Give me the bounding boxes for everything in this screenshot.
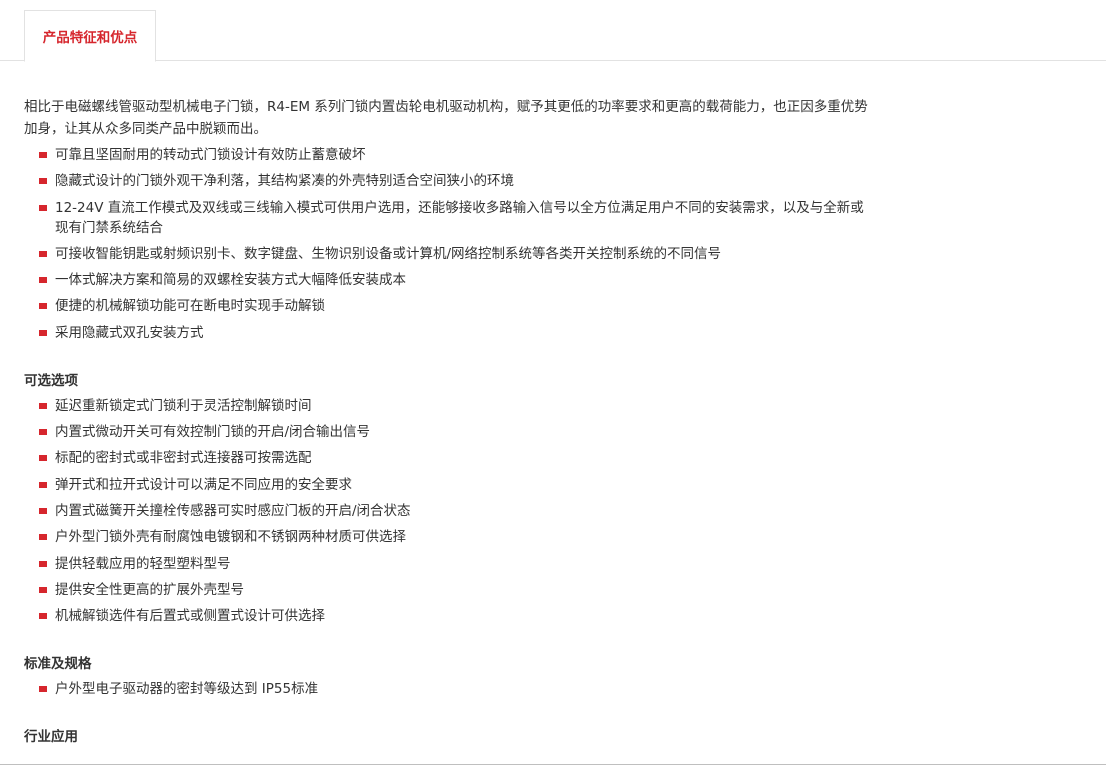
- bullet-marker-icon: [39, 277, 47, 284]
- applications-heading: 行业应用: [24, 729, 78, 746]
- option-text: 延迟重新锁定式门锁利于灵活控制解锁时间: [55, 397, 312, 414]
- option-item: 提供安全性更高的扩展外壳型号: [24, 580, 874, 600]
- bullet-marker-icon: [39, 560, 47, 567]
- standard-item: 户外型电子驱动器的密封等级达到 IP55标准: [24, 679, 874, 699]
- option-item: 提供轻载应用的轻型塑料型号: [24, 554, 874, 574]
- tab-bar: 产品特征和优点: [0, 0, 1106, 62]
- feature-item: 可接收智能钥匙或射频识别卡、数字键盘、生物识别设备或计算机/网络控制系统等各类开…: [24, 244, 874, 264]
- feature-item: 隐藏式设计的门锁外观干净利落，其结构紧凑的外壳特别适合空间狭小的环境: [24, 171, 874, 191]
- bullet-marker-icon: [39, 455, 47, 462]
- feature-text: 可接收智能钥匙或射频识别卡、数字键盘、生物识别设备或计算机/网络控制系统等各类开…: [55, 245, 722, 262]
- bullet-marker-icon: [39, 402, 47, 409]
- standards-list: 户外型电子驱动器的密封等级达到 IP55标准: [24, 679, 874, 699]
- bullet-marker-icon: [39, 686, 47, 693]
- bottom-divider: [0, 764, 1106, 765]
- option-text: 提供轻载应用的轻型塑料型号: [55, 555, 231, 572]
- feature-item: 一体式解决方案和简易的双螺栓安装方式大幅降低安装成本: [24, 270, 874, 290]
- option-text: 户外型门锁外壳有耐腐蚀电镀钢和不锈钢两种材质可供选择: [55, 529, 406, 546]
- tab-product-features[interactable]: 产品特征和优点: [24, 10, 156, 62]
- bullet-marker-icon: [39, 250, 47, 257]
- feature-item: 采用隐藏式双孔安装方式: [24, 323, 874, 343]
- feature-text: 12-24V 直流工作模式及双线或三线输入模式可供用户选用，还能够接收多路输入信…: [55, 199, 864, 236]
- feature-item: 便捷的机械解锁功能可在断电时实现手动解锁: [24, 296, 874, 316]
- option-text: 内置式微动开关可有效控制门锁的开启/闭合输出信号: [55, 424, 371, 441]
- option-item: 户外型门锁外壳有耐腐蚀电镀钢和不锈钢两种材质可供选择: [24, 527, 874, 547]
- bullet-marker-icon: [39, 152, 47, 158]
- option-text: 标配的密封式或非密封式连接器可按需选配: [55, 450, 312, 467]
- bullet-marker-icon: [39, 204, 47, 211]
- intro-paragraph: 相比于电磁螺线管驱动型机械电子门锁，R4-EM 系列门锁内置齿轮电机驱动机构，赋…: [24, 99, 868, 137]
- bullet-marker-icon: [39, 429, 47, 436]
- feature-item: 可靠且坚固耐用的转动式门锁设计有效防止蓄意破坏: [24, 145, 874, 165]
- bullet-marker-icon: [39, 303, 47, 310]
- bullet-marker-icon: [39, 178, 47, 185]
- bullet-marker-icon: [39, 534, 47, 541]
- feature-text: 便捷的机械解锁功能可在断电时实现手动解锁: [55, 298, 325, 315]
- option-text: 机械解锁选件有后置式或侧置式设计可供选择: [55, 608, 325, 625]
- option-item: 标配的密封式或非密封式连接器可按需选配: [24, 448, 874, 468]
- options-heading: 可选选项: [24, 372, 78, 389]
- standard-text: 户外型电子驱动器的密封等级达到 IP55标准: [55, 681, 319, 698]
- option-item: 机械解锁选件有后置式或侧置式设计可供选择: [24, 606, 874, 626]
- tab-label: 产品特征和优点: [42, 30, 138, 46]
- bullet-marker-icon: [39, 586, 47, 593]
- tab-content: 相比于电磁螺线管驱动型机械电子门锁，R4-EM 系列门锁内置齿轮电机驱动机构，赋…: [24, 96, 874, 747]
- features-list: 可靠且坚固耐用的转动式门锁设计有效防止蓄意破坏 隐藏式设计的门锁外观干净利落，其…: [24, 145, 874, 343]
- option-text: 提供安全性更高的扩展外壳型号: [55, 581, 244, 598]
- option-item: 弹开式和拉开式设计可以满足不同应用的安全要求: [24, 475, 874, 495]
- feature-text: 可靠且坚固耐用的转动式门锁设计有效防止蓄意破坏: [55, 147, 366, 163]
- bullet-marker-icon: [39, 329, 47, 336]
- option-item: 内置式磁簧开关撞栓传感器可实时感应门板的开启/闭合状态: [24, 501, 874, 521]
- feature-text: 隐藏式设计的门锁外观干净利落，其结构紧凑的外壳特别适合空间狭小的环境: [55, 173, 514, 190]
- option-item: 内置式微动开关可有效控制门锁的开启/闭合输出信号: [24, 422, 874, 442]
- bullet-marker-icon: [39, 507, 47, 514]
- option-item: 延迟重新锁定式门锁利于灵活控制解锁时间: [24, 396, 874, 416]
- bullet-marker-icon: [39, 481, 47, 488]
- options-list: 延迟重新锁定式门锁利于灵活控制解锁时间 内置式微动开关可有效控制门锁的开启/闭合…: [24, 396, 874, 626]
- option-text: 弹开式和拉开式设计可以满足不同应用的安全要求: [55, 476, 352, 493]
- bullet-marker-icon: [39, 613, 47, 620]
- feature-text: 一体式解决方案和简易的双螺栓安装方式大幅降低安装成本: [55, 272, 406, 289]
- feature-item: 12-24V 直流工作模式及双线或三线输入模式可供用户选用，还能够接收多路输入信…: [24, 198, 874, 238]
- feature-text: 采用隐藏式双孔安装方式: [55, 324, 204, 341]
- option-text: 内置式磁簧开关撞栓传感器可实时感应门板的开启/闭合状态: [55, 502, 411, 519]
- standards-heading: 标准及规格: [24, 656, 92, 673]
